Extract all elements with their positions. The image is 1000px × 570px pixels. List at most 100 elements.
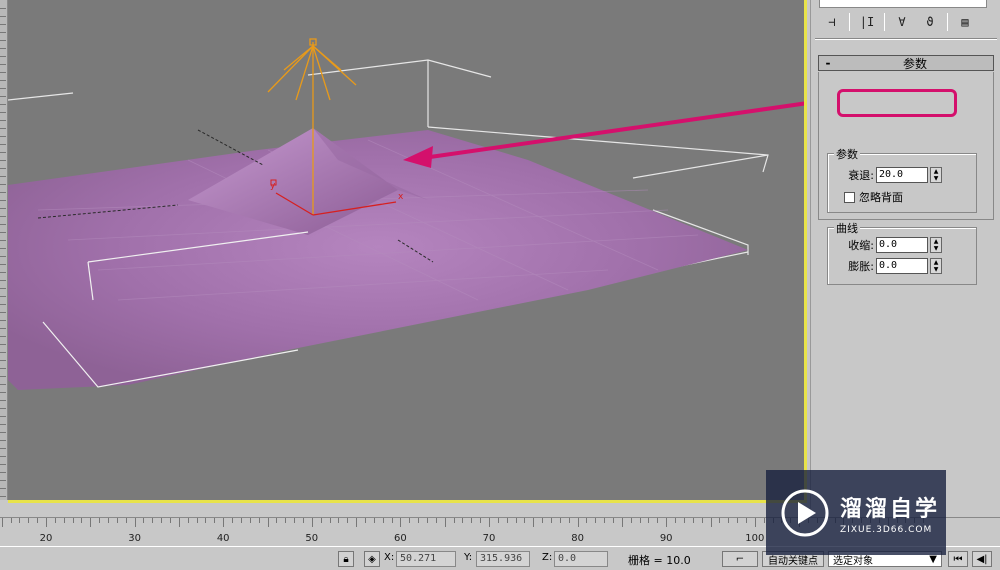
ruler-label: 90 (659, 533, 673, 544)
dropdown-arrow-icon: ▼ (929, 553, 937, 565)
ruler-tick (400, 518, 402, 527)
x-label: X: (384, 552, 395, 563)
ruler-tick (46, 518, 47, 527)
ruler-tick (356, 518, 358, 527)
ruler-tick (453, 518, 455, 523)
z-label: Z: (542, 552, 553, 563)
pinch-input[interactable]: 0.0 (876, 237, 928, 253)
make-unique-icon[interactable]: ∀ (891, 12, 913, 32)
ruler-tick (1, 518, 3, 527)
ruler-tick (99, 518, 101, 523)
ruler-tick (214, 518, 216, 523)
falloff-spinner[interactable]: ▲ ▼ (930, 167, 942, 183)
ruler-tick (276, 518, 278, 523)
ruler-tick (666, 518, 668, 527)
left-ruler-strip (0, 0, 8, 500)
ruler-tick (754, 518, 756, 527)
ruler-tick (249, 518, 251, 523)
bubble-input[interactable]: 0.0 (876, 258, 928, 274)
ruler-tick (302, 518, 304, 523)
ruler-tick (409, 518, 411, 523)
ruler-tick (170, 518, 172, 523)
parameters-rollout-header[interactable]: - 参数 (818, 55, 994, 71)
ruler-label: 50 (305, 533, 319, 544)
ruler-tick (701, 518, 703, 523)
previous-frame-icon[interactable]: ◀| (972, 551, 992, 567)
ruler-tick (763, 518, 765, 523)
remove-modifier-icon[interactable]: ϑ (919, 12, 941, 32)
ruler-tick (125, 518, 127, 523)
lock-selection-icon[interactable]: 🔒︎ (338, 551, 354, 567)
ruler-tick (683, 518, 685, 523)
ruler-tick (54, 518, 56, 523)
z-coordinate-field[interactable]: 0.0 (554, 551, 608, 567)
ruler-tick (19, 518, 21, 523)
ruler-tick (577, 518, 579, 527)
falloff-label: 衰退: (848, 169, 874, 182)
ruler-tick (329, 518, 331, 523)
rollout-collapse-toggle[interactable]: - (819, 56, 837, 70)
ruler-tick (648, 518, 650, 523)
ruler-tick (737, 518, 739, 523)
ruler-tick (595, 518, 597, 523)
ruler-tick (232, 518, 234, 523)
ruler-tick (604, 518, 606, 523)
configure-modifier-sets-icon[interactable]: ▤ (954, 12, 976, 32)
ruler-tick (311, 518, 313, 527)
ruler-tick (161, 518, 163, 523)
pinch-spinner[interactable]: ▲ ▼ (930, 237, 942, 253)
ruler-tick (10, 518, 12, 523)
ruler-tick (551, 518, 553, 523)
ruler-tick (258, 518, 260, 523)
show-end-result-icon[interactable]: |Ι (856, 12, 878, 32)
ruler-tick (506, 518, 508, 523)
ruler-tick (187, 518, 189, 523)
ignore-backface-checkbox[interactable] (844, 191, 855, 203)
ignore-backface-row: 忽略背面 (844, 189, 903, 205)
go-to-start-icon[interactable]: ⏮ (948, 551, 968, 567)
x-coordinate-field[interactable]: 50.271 (396, 551, 456, 567)
ruler-tick (240, 518, 242, 523)
key-icon[interactable]: ⌐ (722, 551, 758, 567)
modifier-stack-toolbar: ⊣ |Ι ∀ ϑ ▤ (815, 10, 997, 34)
ruler-tick (613, 518, 615, 523)
ruler-tick (542, 518, 544, 523)
ruler-label: 30 (128, 533, 141, 544)
ruler-tick (630, 518, 632, 523)
y-coordinate-field[interactable]: 315.936 (476, 551, 530, 567)
ruler-tick (28, 518, 30, 523)
viewport-scene: x y (8, 38, 804, 390)
ruler-label: 80 (571, 533, 584, 544)
ruler-tick (364, 518, 366, 523)
ruler-tick (639, 518, 641, 523)
ruler-tick (320, 518, 322, 523)
watermark-title: 溜溜自学 (840, 496, 941, 522)
ruler-tick (559, 518, 561, 523)
watermark-url: ZIXUE.3D66.COM (840, 524, 933, 535)
falloff-highlight-box (837, 89, 957, 117)
ruler-label: 100 (745, 533, 765, 544)
absolute-mode-icon[interactable]: ◈ (364, 551, 380, 567)
modifier-stack-field[interactable] (819, 0, 987, 8)
ruler-tick (586, 518, 588, 523)
ruler-tick (497, 518, 499, 523)
ruler-tick (267, 518, 269, 527)
bubble-spinner[interactable]: ▲ ▼ (930, 258, 942, 274)
pinch-label: 收缩: (848, 239, 874, 252)
ruler-tick (108, 518, 110, 523)
params-group: 参数 衰退: 20.0 ▲ ▼ 忽略背面 (827, 146, 977, 213)
ruler-tick (418, 518, 420, 523)
falloff-input[interactable]: 20.0 (876, 167, 928, 183)
ruler-tick (568, 518, 570, 523)
ruler-tick (134, 518, 136, 527)
ruler-tick (152, 518, 154, 523)
ruler-tick (462, 518, 464, 523)
ruler-tick (719, 518, 721, 523)
ruler-tick (285, 518, 287, 523)
pin-stack-icon[interactable]: ⊣ (821, 12, 843, 32)
ruler-tick (480, 518, 482, 523)
ruler-tick (205, 518, 207, 523)
ruler-tick (338, 518, 340, 523)
ruler-tick (444, 518, 446, 527)
perspective-viewport[interactable]: x y (8, 0, 807, 503)
